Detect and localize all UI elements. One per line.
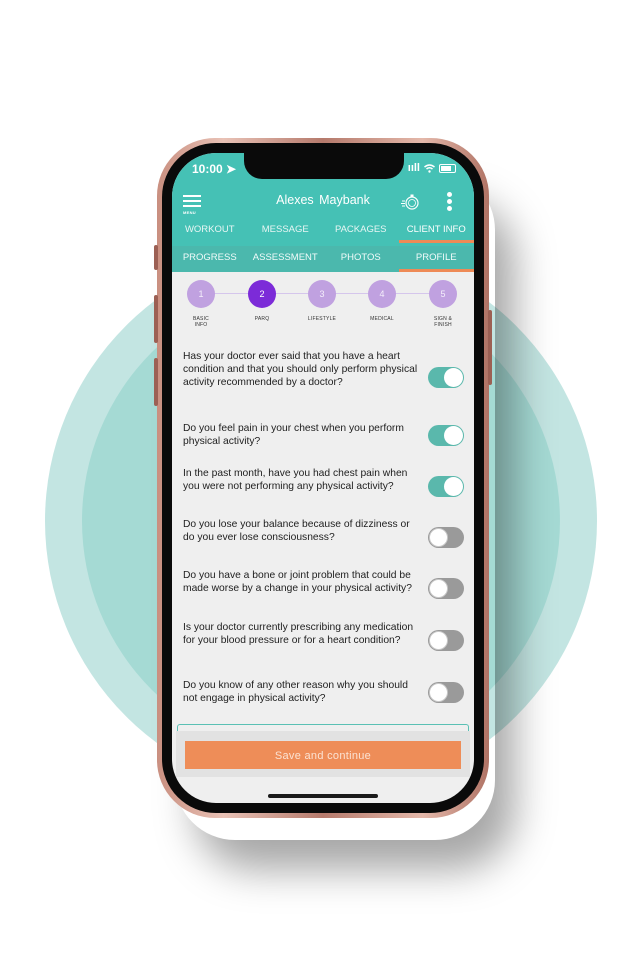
question-item: Do you have a bone or joint problem that… [183,569,464,599]
client-name-title: Alexes Maybank [276,193,370,207]
answer-toggle[interactable] [428,367,464,388]
question-item: In the past month, have you had chest pa… [183,467,464,497]
answer-toggle[interactable] [428,630,464,651]
tab-packages[interactable]: PACKAGES [323,219,399,246]
step-number: 2 [248,280,276,308]
footer-bar: Save and continue [176,731,470,777]
step-label: PARQ [254,316,270,322]
question-item: Is your doctor currently prescribing any… [183,621,464,651]
question-text: Do you know of any other reason why you … [183,680,408,704]
step-label: BASIC INFO [192,316,209,328]
mute-switch [154,245,158,270]
form-stepper: 1 BASIC INFO 2 PARQ 3 LIFESTYLE 4 MEDICAL… [172,278,474,333]
tab-client-info[interactable]: CLIENT INFO [398,219,475,246]
step-label: MEDICAL [370,316,394,322]
question-text: In the past month, have you had chest pa… [183,468,408,492]
home-indicator[interactable] [268,794,378,798]
answer-toggle[interactable] [428,476,464,497]
question-text: Is your doctor currently prescribing any… [183,622,414,646]
tab-progress[interactable]: PROGRESS [172,246,248,272]
tab-photos[interactable]: PHOTOS [323,246,399,272]
step-basic-info[interactable]: 1 BASIC INFO [172,278,231,328]
tab-workout[interactable]: WORKOUT [172,219,248,246]
step-number: 4 [368,280,396,308]
question-item: Do you feel pain in your chest when you … [183,422,464,448]
signal-icon: ııll [407,162,420,174]
volume-up-button [154,295,158,343]
step-number: 3 [308,280,336,308]
tab-message[interactable]: MESSAGE [248,219,324,246]
menu-label: MENU [183,210,196,215]
question-text: Do you have a bone or joint problem that… [183,570,412,594]
power-button [488,310,492,385]
stopwatch-icon[interactable] [401,192,421,212]
question-text: Do you lose your balance because of dizz… [183,519,410,543]
step-medical[interactable]: 4 MEDICAL [352,278,412,322]
answer-toggle[interactable] [428,682,464,703]
answer-toggle[interactable] [428,578,464,599]
step-parq[interactable]: 2 PARQ [232,278,292,322]
step-lifestyle[interactable]: 3 LIFESTYLE [292,278,352,322]
answer-toggle[interactable] [428,527,464,548]
volume-down-button [154,358,158,406]
tab-assessment[interactable]: ASSESSMENT [248,246,324,272]
step-number: 1 [187,280,215,308]
question-item: Has your doctor ever said that you have … [183,350,464,389]
answer-toggle[interactable] [428,425,464,446]
more-options-icon[interactable] [444,191,454,213]
secondary-tabs: PROGRESS ASSESSMENT PHOTOS PROFILE [172,246,474,272]
step-sign-finish[interactable]: 5 SIGN & FINISH [413,278,473,328]
question-text: Do you feel pain in your chest when you … [183,423,404,447]
question-item: Do you know of any other reason why you … [183,679,464,705]
location-arrow-icon: ➤ [226,162,237,176]
battery-icon [439,163,456,173]
tab-profile[interactable]: PROFILE [398,246,475,272]
notch [244,153,404,179]
step-label: SIGN & FINISH [433,316,453,328]
question-item: Do you lose your balance because of dizz… [183,518,464,548]
wifi-icon [424,163,435,173]
status-time: 10:00 ➤ [192,162,237,176]
phone-screen: 10:00 ➤ ııll MENU Alexes Maybank WORKOUT… [172,153,474,803]
primary-tabs: WORKOUT MESSAGE PACKAGES CLIENT INFO [172,219,474,246]
step-label: LIFESTYLE [307,316,337,322]
save-and-continue-button[interactable]: Save and continue [185,741,461,769]
status-icons: ııll [408,162,456,174]
step-number: 5 [429,280,457,308]
question-text: Has your doctor ever said that you have … [183,351,418,388]
